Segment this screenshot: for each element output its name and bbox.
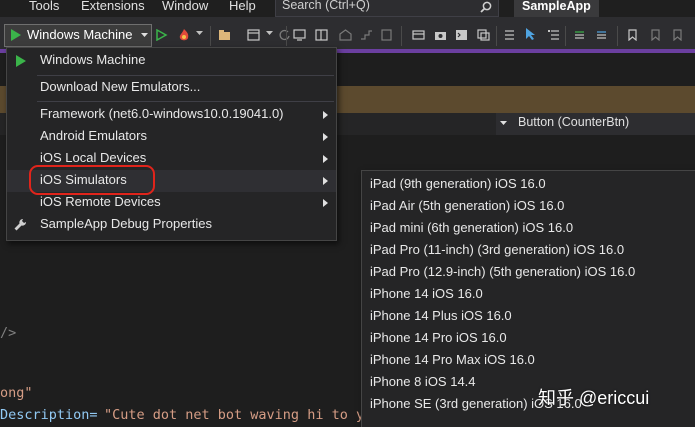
toolbar-separator <box>401 26 402 46</box>
play-icon <box>11 29 21 41</box>
simulator-item[interactable]: iPad mini (6th generation) iOS 16.0 <box>370 220 573 235</box>
watermark: 知乎 @ericcui <box>538 388 650 408</box>
menu-item-label: Framework (net6.0-windows10.0.19041.0) <box>40 106 284 121</box>
uncomment-icon[interactable] <box>595 29 608 41</box>
member-dropdown[interactable]: Button (CounterBtn) <box>496 113 695 135</box>
steps-icon[interactable] <box>360 29 373 41</box>
menu-item-label: SampleApp Debug Properties <box>40 216 212 231</box>
chevron-right-icon <box>323 111 328 119</box>
menu-item-framework[interactable]: Framework (net6.0-windows10.0.19041.0) <box>7 104 336 126</box>
search-icon <box>480 1 492 13</box>
menu-help[interactable]: Help <box>229 0 256 13</box>
menu-item-label: Download New Emulators... <box>40 79 201 94</box>
chevron-right-icon <box>323 133 328 141</box>
attach-icon[interactable] <box>412 29 425 41</box>
menu-extensions[interactable]: Extensions <box>81 0 145 13</box>
run-target-label: Windows Machine <box>27 27 133 42</box>
run-target-button[interactable]: Windows Machine <box>4 24 152 47</box>
menu-item-debug-properties[interactable]: SampleApp Debug Properties <box>7 214 336 236</box>
refresh-icon[interactable] <box>278 29 291 41</box>
menu-item-label: iOS Remote Devices <box>40 194 161 209</box>
menu-item-label: Windows Machine <box>40 52 146 67</box>
menu-window[interactable]: Window <box>162 0 208 13</box>
menu-item-download-emulators[interactable]: Download New Emulators... <box>7 77 336 99</box>
terminal-icon[interactable] <box>455 29 468 41</box>
menu-item-windows-machine[interactable]: Windows Machine <box>7 50 336 72</box>
camera-icon[interactable] <box>434 29 447 41</box>
hot-reload-icon[interactable] <box>176 27 192 43</box>
toolbar: Windows Machine <box>0 17 695 50</box>
bookmark-doc-icon[interactable] <box>380 29 393 41</box>
menu-bar: Tools Extensions Window Help Search (Ctr… <box>0 0 695 17</box>
menu-item-ios-remote-devices[interactable]: iOS Remote Devices <box>7 192 336 214</box>
toolbar-separator <box>617 26 618 46</box>
simulator-item[interactable]: iPhone 14 Pro iOS 16.0 <box>370 330 507 345</box>
search-placeholder: Search (Ctrl+Q) <box>282 0 370 12</box>
bookmark-icon[interactable] <box>626 29 639 41</box>
simulator-item[interactable]: iPhone 8 iOS 14.4 <box>370 374 476 389</box>
code-line: /> <box>0 325 17 341</box>
folder-icon[interactable] <box>218 29 231 41</box>
wrench-icon <box>14 218 27 231</box>
run-target-menu: Windows Machine Download New Emulators..… <box>6 47 337 241</box>
comment-out-icon[interactable] <box>573 29 586 41</box>
cursor-icon[interactable] <box>524 27 538 41</box>
app-title: SampleApp <box>514 0 599 17</box>
toolbar-separator <box>496 26 497 46</box>
toolbar-separator <box>286 26 287 46</box>
menu-item-android-emulators[interactable]: Android Emulators <box>7 126 336 148</box>
simulator-item[interactable]: iPad (9th generation) iOS 16.0 <box>370 176 546 191</box>
toolbar-separator <box>210 26 211 46</box>
chevron-down-icon <box>500 121 507 125</box>
member-label: Button (CounterBtn) <box>518 115 630 129</box>
chevron-down-icon <box>141 33 148 37</box>
chevron-right-icon <box>323 155 328 163</box>
search-input[interactable]: Search (Ctrl+Q) <box>275 0 499 17</box>
monitor-icon[interactable] <box>293 29 306 41</box>
toolbar-separator <box>565 26 566 46</box>
new-window-icon[interactable] <box>477 29 490 41</box>
list-icon[interactable] <box>547 29 560 41</box>
building-icon[interactable] <box>339 29 352 41</box>
simulator-item[interactable]: iPhone 14 Plus iOS 16.0 <box>370 308 512 323</box>
chevron-right-icon <box>323 177 328 185</box>
layout-icon[interactable] <box>315 29 328 41</box>
code-line-value: "Cute dot net bot waving hi to you!" <box>104 407 397 423</box>
simulator-item[interactable]: iPhone 14 Pro Max iOS 16.0 <box>370 352 535 367</box>
next-bookmark-icon[interactable] <box>672 29 685 41</box>
start-without-debugging-icon[interactable] <box>155 29 168 41</box>
chevron-down-icon[interactable] <box>266 31 273 36</box>
prev-bookmark-icon[interactable] <box>648 29 661 41</box>
menu-separator <box>37 75 334 76</box>
chevron-down-icon[interactable] <box>196 31 203 36</box>
simulator-item[interactable]: iPad Air (5th generation) iOS 16.0 <box>370 198 564 213</box>
chevron-right-icon <box>323 199 328 207</box>
menu-tools[interactable]: Tools <box>29 0 59 13</box>
simulator-item[interactable]: iPhone 14 iOS 16.0 <box>370 286 483 301</box>
code-line-attr: Description= <box>0 407 98 423</box>
menu-item-label: iOS Local Devices <box>40 150 147 165</box>
menu-separator <box>37 101 334 102</box>
code-line: ong" <box>0 385 33 401</box>
simulator-item[interactable]: iPad Pro (12.9-inch) (5th generation) iO… <box>370 264 635 279</box>
browser-icon[interactable] <box>247 29 260 41</box>
play-icon <box>16 55 26 67</box>
simulator-item[interactable]: iPad Pro (11-inch) (3rd generation) iOS … <box>370 242 624 257</box>
menu-item-label: Android Emulators <box>40 128 147 143</box>
highlight-annotation <box>29 165 155 195</box>
align-icon[interactable] <box>503 29 516 41</box>
